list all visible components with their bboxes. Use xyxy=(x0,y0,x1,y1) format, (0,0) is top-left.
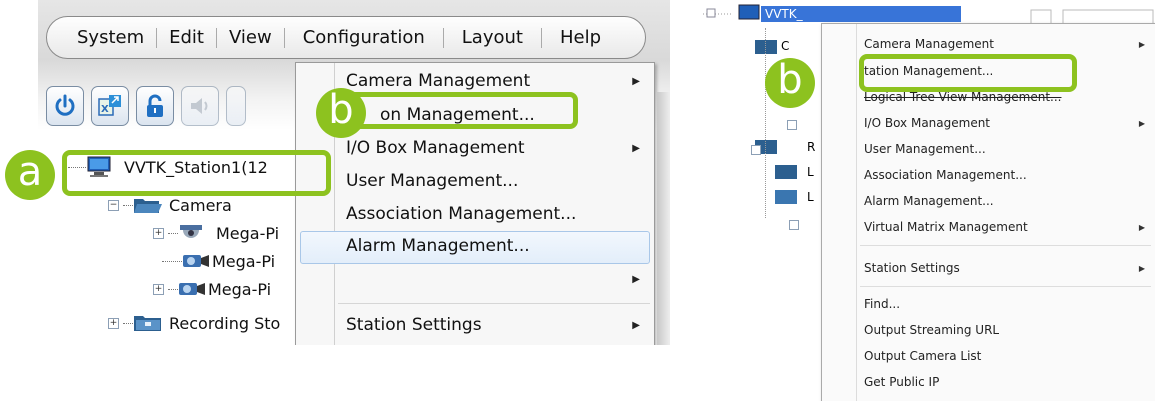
menu-item-get-public-ip[interactable]: Get Public IP xyxy=(864,375,939,389)
highlight-box-station-management xyxy=(338,92,578,129)
camera-label: Mega-Pi xyxy=(216,223,280,243)
tree-line xyxy=(765,28,767,218)
folder-open-icon xyxy=(134,199,162,213)
camera-group-label: Camera xyxy=(169,195,232,215)
tree-letter: R xyxy=(807,140,816,154)
menu-item-io-box-management[interactable]: I/O Box Management xyxy=(346,138,525,158)
expand-icon[interactable] xyxy=(789,220,799,230)
tree-node-camera-group[interactable]: − Camera xyxy=(108,194,232,216)
submenu-arrow-icon: ▶ xyxy=(632,320,640,331)
menu-item-station-settings[interactable]: Station Settings xyxy=(346,315,482,335)
submenu-arrow-icon: ▶ xyxy=(1138,40,1145,49)
folder-icon xyxy=(775,165,797,179)
menu-item-output-streaming-url[interactable]: Output Streaming URL xyxy=(864,323,999,337)
menu-item-camera-management[interactable]: Camera Management xyxy=(346,71,530,91)
highlight-box-station-node xyxy=(62,150,331,196)
background-window-edge xyxy=(657,92,670,345)
box-camera-icon xyxy=(183,255,209,267)
menu-item-station-settings[interactable]: Station Settings xyxy=(864,261,960,275)
menu-layout[interactable]: Layout xyxy=(444,27,542,48)
tree-line xyxy=(162,260,182,262)
box-camera-icon xyxy=(179,283,205,295)
menu-system[interactable]: System xyxy=(65,27,158,48)
power-icon xyxy=(55,94,75,116)
folder-icon xyxy=(134,316,161,331)
power-button[interactable] xyxy=(46,86,84,126)
menu-edit[interactable]: Edit xyxy=(157,27,217,48)
menu-item-io-box-management[interactable]: I/O Box Management xyxy=(864,116,990,130)
tree-letter: C xyxy=(781,39,790,53)
unlock-button[interactable] xyxy=(136,86,174,126)
submenu-arrow-icon: ▶ xyxy=(1138,223,1145,232)
menu-item-user-management[interactable]: User Management... xyxy=(346,171,518,191)
folder-open-icon xyxy=(775,190,797,204)
tree-line xyxy=(168,232,178,234)
svg-text:X: X xyxy=(101,104,109,115)
menu-item-virtual-matrix-management[interactable]: Virtual Matrix Management xyxy=(864,220,1028,234)
menu-view[interactable]: View xyxy=(217,27,285,48)
tree-node-camera-1[interactable]: + Mega-Pi xyxy=(153,222,279,244)
menu-separator xyxy=(860,245,1151,246)
menu-help[interactable]: Help xyxy=(542,27,619,48)
menu-item-output-camera-list[interactable]: Output Camera List xyxy=(864,349,981,363)
camera-label: Mega-Pi xyxy=(208,279,272,299)
menu-separator xyxy=(338,303,650,304)
menu-bar: System Edit View Configuration Layout He… xyxy=(46,16,646,59)
menu-item-camera-management[interactable]: Camera Management xyxy=(864,37,994,51)
badge-b-right: b xyxy=(765,58,815,108)
expand-icon[interactable]: + xyxy=(153,283,164,295)
expand-icon[interactable] xyxy=(751,145,761,155)
toolbar-button-partial[interactable] xyxy=(226,86,246,126)
menu-gutter xyxy=(856,24,857,401)
collapse-icon[interactable]: − xyxy=(108,199,119,211)
expand-icon[interactable] xyxy=(787,120,797,130)
camera-label: Mega-Pi xyxy=(212,251,276,271)
expand-icon[interactable]: + xyxy=(108,317,119,329)
menu-configuration[interactable]: Configuration xyxy=(285,27,444,48)
menu-item-association-management[interactable]: Association Management... xyxy=(864,168,1027,182)
export-icon: X xyxy=(98,95,121,116)
highlight-box-station-management-right xyxy=(859,54,1077,92)
export-button[interactable]: X xyxy=(91,86,129,126)
menu-item-alarm-management[interactable]: Alarm Management... xyxy=(346,236,530,256)
tree-line xyxy=(123,204,133,206)
expand-icon[interactable]: + xyxy=(153,227,164,239)
menu-item-alarm-management[interactable]: Alarm Management... xyxy=(864,194,994,208)
unlock-icon xyxy=(147,94,163,117)
menu-item-user-management[interactable]: User Management... xyxy=(864,142,986,156)
tree-line xyxy=(168,288,178,290)
tree-line xyxy=(123,322,133,324)
tree-node-recording[interactable]: + Recording Sto xyxy=(108,312,280,334)
badge-b: b xyxy=(316,88,366,138)
speaker-button[interactable] xyxy=(181,86,219,126)
submenu-arrow-icon: ▶ xyxy=(632,143,640,154)
recording-label: Recording Sto xyxy=(169,313,281,333)
submenu-arrow-icon: ▶ xyxy=(632,76,640,87)
dome-camera-icon xyxy=(180,225,202,238)
tree-letter: L xyxy=(807,190,814,204)
badge-a: a xyxy=(5,150,55,200)
submenu-arrow-icon: ▶ xyxy=(1138,119,1145,128)
menu-item-association-management[interactable]: Association Management... xyxy=(346,204,576,224)
menu-item-logical-tree-view-management[interactable]: Logical Tree View Management... xyxy=(864,90,1061,104)
submenu-arrow-icon: ▶ xyxy=(1138,264,1145,273)
menu-item-find[interactable]: Find... xyxy=(864,297,900,311)
menu-separator xyxy=(860,286,1151,287)
tree-node-camera-3[interactable]: + Mega-Pi xyxy=(153,278,271,300)
submenu-arrow-icon: ▶ xyxy=(632,274,640,285)
tree-letter: L xyxy=(807,165,814,179)
tree-node-camera-2[interactable]: Mega-Pi xyxy=(162,250,275,272)
speaker-icon xyxy=(191,98,208,114)
